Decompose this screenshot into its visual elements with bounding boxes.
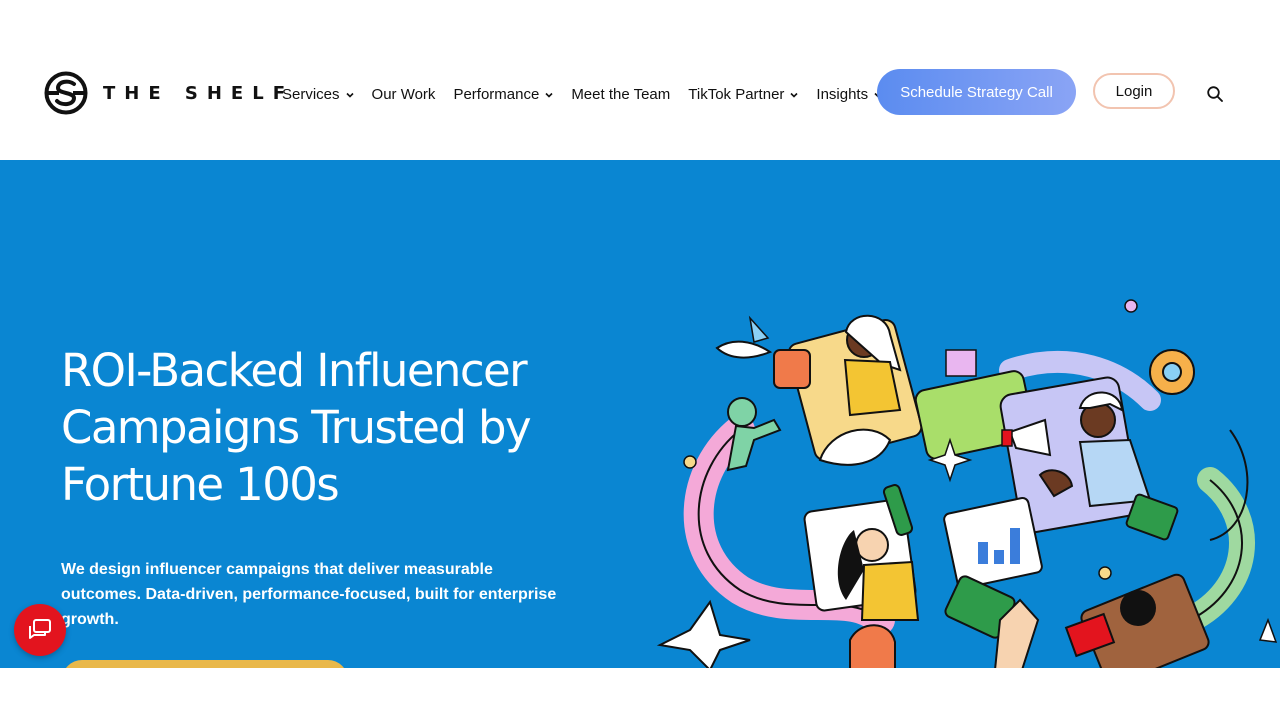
- brand-logo[interactable]: THE SHELF: [43, 70, 294, 116]
- nav-label: Insights: [816, 86, 869, 103]
- site-header: THE SHELF Services Our Work Performance …: [0, 0, 1280, 160]
- chevron-down-icon: [345, 92, 354, 98]
- search-icon[interactable]: [1206, 85, 1224, 103]
- nav-label: Our Work: [371, 86, 436, 103]
- nav-performance[interactable]: Performance: [453, 86, 553, 103]
- main-nav: Services Our Work Performance Meet the T…: [282, 86, 900, 103]
- nav-label: TikTok Partner: [688, 86, 785, 103]
- hero-cta-button[interactable]: [62, 660, 348, 668]
- chat-launcher-button[interactable]: [14, 604, 66, 656]
- hero-section: ROI-Backed Influencer Campaigns Trusted …: [0, 160, 1280, 668]
- nav-tiktok-partner[interactable]: TikTok Partner: [688, 86, 798, 103]
- chevron-down-icon: [790, 92, 798, 98]
- chevron-down-icon: [545, 92, 553, 98]
- hero-subtitle-line: outcomes. Data-driven, performance-focus…: [61, 586, 557, 603]
- brand-name: THE SHELF: [103, 82, 294, 104]
- nav-label: Meet the Team: [571, 86, 671, 103]
- chat-bubbles-icon: [29, 619, 51, 639]
- hero-title-line: ROI-Backed Influencer: [61, 344, 528, 397]
- shelf-logo-icon: [44, 71, 88, 115]
- hero-subtitle: We design influencer campaigns that deli…: [61, 557, 601, 632]
- influencer-collage-illustration: [656, 299, 1278, 668]
- hero-title-line: Campaigns Trusted by: [61, 401, 532, 454]
- nav-meet-the-team[interactable]: Meet the Team: [571, 86, 670, 103]
- page-bottom-area: [0, 668, 1280, 720]
- nav-label: Services: [282, 86, 340, 103]
- nav-label: Performance: [453, 86, 540, 103]
- login-button[interactable]: Login: [1093, 73, 1175, 109]
- nav-our-work[interactable]: Our Work: [372, 86, 436, 103]
- hero-subtitle-line: We design influencer campaigns that deli…: [61, 561, 493, 578]
- hero-subtitle-line: growth.: [61, 611, 119, 628]
- nav-services[interactable]: Services: [282, 86, 354, 103]
- nav-insights[interactable]: Insights: [816, 86, 882, 103]
- schedule-strategy-call-button[interactable]: Schedule Strategy Call: [877, 69, 1076, 115]
- hero-title: ROI-Backed Influencer Campaigns Trusted …: [61, 342, 621, 513]
- hero-title-line: Fortune 100s: [61, 458, 340, 511]
